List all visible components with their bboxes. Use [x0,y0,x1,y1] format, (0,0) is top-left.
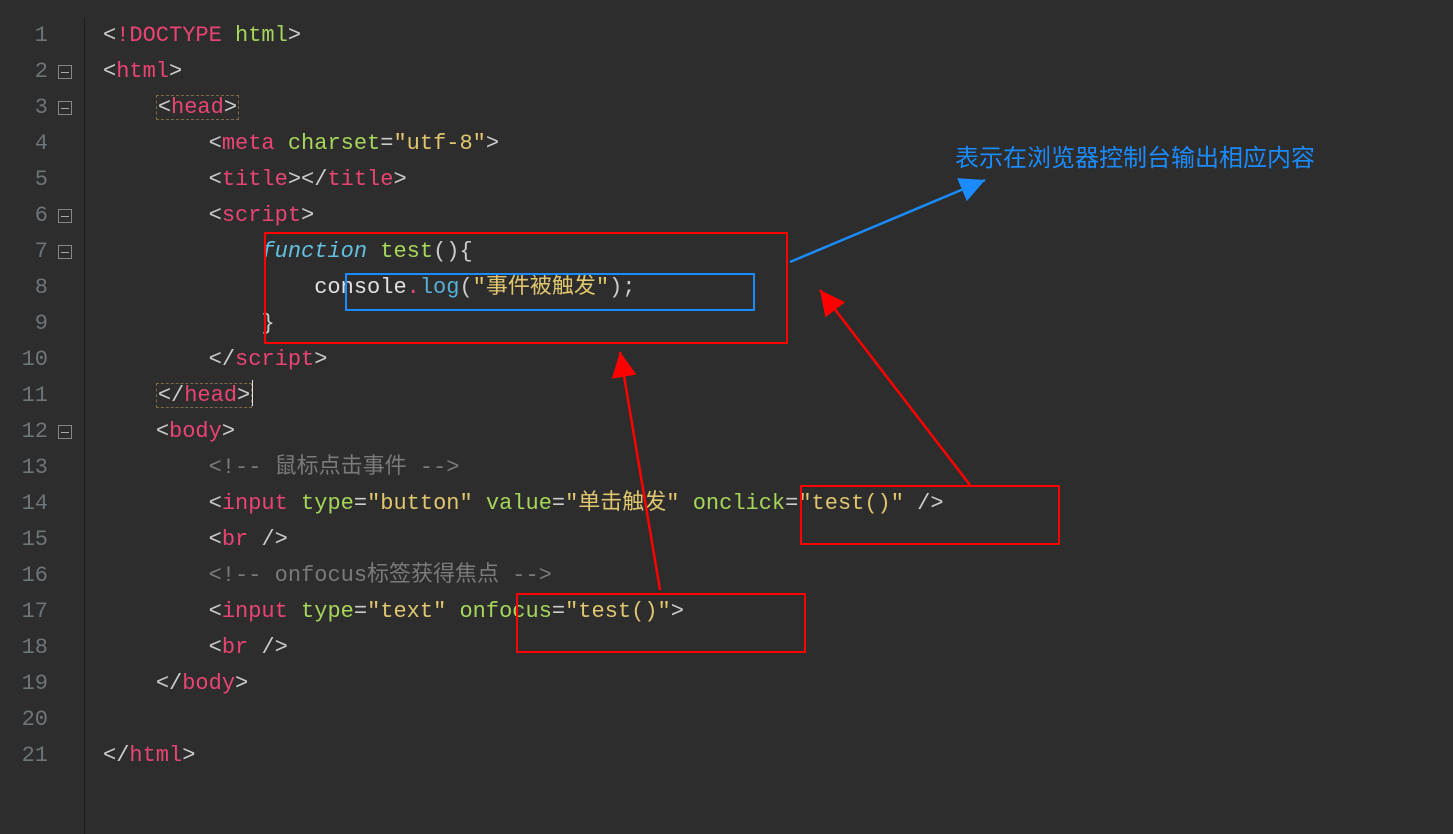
line-num: 13 [20,450,48,486]
line-num: 6 [20,198,48,234]
code-line: <br /> [103,522,1453,558]
line-num: 8 [20,270,48,306]
code-line: </html> [103,738,1453,774]
line-num: 9 [20,306,48,342]
code-line: <input type="button" value="单击触发" onclic… [103,486,1453,522]
line-num: 16 [20,558,48,594]
line-num: 2 [20,54,48,90]
line-num: 15 [20,522,48,558]
fold-toggle-icon[interactable] [58,101,72,115]
text-cursor [252,380,253,406]
fold-toggle-icon[interactable] [58,425,72,439]
line-num: 12 [20,414,48,450]
line-num: 21 [20,738,48,774]
line-num: 11 [20,378,48,414]
fold-toggle-icon[interactable] [58,209,72,223]
fold-toggle-icon[interactable] [58,65,72,79]
line-num: 7 [20,234,48,270]
line-num: 17 [20,594,48,630]
line-num: 5 [20,162,48,198]
line-num: 14 [20,486,48,522]
code-line: <!-- 鼠标点击事件 --> [103,450,1453,486]
line-num: 20 [20,702,48,738]
code-line: </body> [103,666,1453,702]
line-number-gutter: 1 2 3 4 5 6 7 8 9 10 11 12 13 14 15 16 1… [0,18,85,834]
code-line: </head> [103,378,1453,414]
line-num: 1 [20,18,48,54]
code-line: <html> [103,54,1453,90]
code-line: <!DOCTYPE html> [103,18,1453,54]
code-line: <script> [103,198,1453,234]
annotation-box [516,593,806,653]
code-editor[interactable]: 1 2 3 4 5 6 7 8 9 10 11 12 13 14 15 16 1… [0,0,1453,834]
line-num: 3 [20,90,48,126]
code-line: <!-- onfocus标签获得焦点 --> [103,558,1453,594]
annotation-text: 表示在浏览器控制台输出相应内容 [955,138,1315,173]
code-line: <head> [103,90,1453,126]
line-num: 4 [20,126,48,162]
code-line: <body> [103,414,1453,450]
line-num: 10 [20,342,48,378]
fold-toggle-icon[interactable] [58,245,72,259]
line-num: 18 [20,630,48,666]
code-line [103,702,1453,738]
annotation-box [345,273,755,311]
line-num: 19 [20,666,48,702]
annotation-box [800,485,1060,545]
code-line: </script> [103,342,1453,378]
